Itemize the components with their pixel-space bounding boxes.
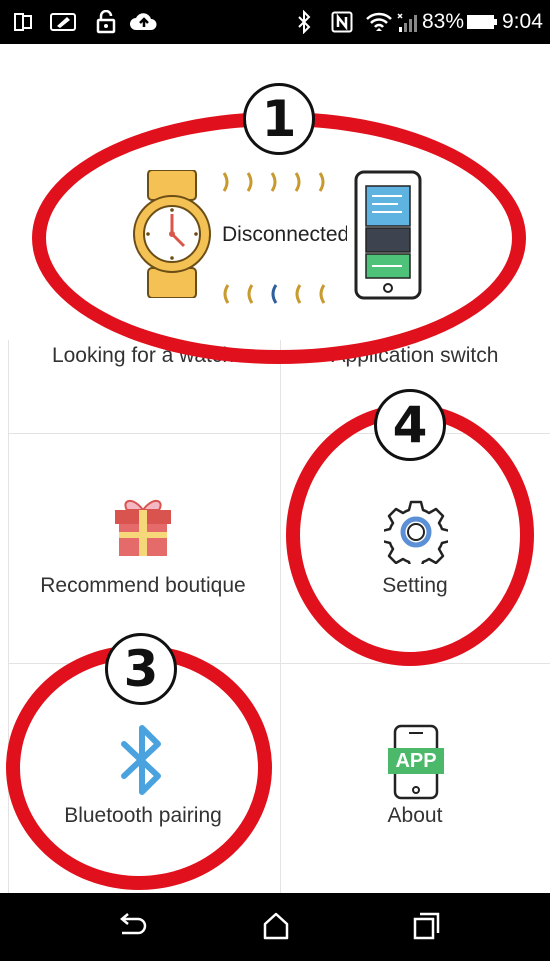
home-icon[interactable] — [262, 911, 290, 946]
clock: 9:04 — [502, 10, 543, 33]
lock-icon — [94, 8, 118, 36]
annotation-badge-3: 3 — [105, 633, 177, 705]
nfc-icon — [330, 8, 354, 36]
signal-icon — [396, 8, 418, 36]
navigation-bar — [0, 893, 550, 961]
annotation-badge-1: 1 — [243, 83, 315, 155]
edit-icon — [48, 8, 78, 36]
bluetooth-icon — [294, 8, 314, 36]
app-badge-text: APP — [395, 750, 437, 772]
menu-item-about[interactable]: APP About — [280, 664, 550, 893]
battery-icon — [465, 8, 499, 36]
back-icon[interactable] — [118, 913, 148, 946]
screen-mirror-icon — [12, 8, 36, 36]
gift-icon — [111, 496, 175, 563]
app-icon: APP — [387, 724, 445, 800]
recents-icon[interactable] — [412, 911, 440, 946]
annotation-badge-4: 4 — [374, 389, 446, 461]
wifi-icon — [364, 8, 394, 36]
menu-item-label: About — [387, 804, 443, 827]
status-bar: 83% 9:04 — [0, 0, 550, 44]
cloud-upload-icon — [128, 8, 160, 36]
menu-item-label: Recommend boutique — [40, 574, 246, 597]
battery-percent: 83% — [422, 10, 465, 33]
menu-item-recommend-boutique[interactable]: Recommend boutique — [8, 434, 278, 663]
